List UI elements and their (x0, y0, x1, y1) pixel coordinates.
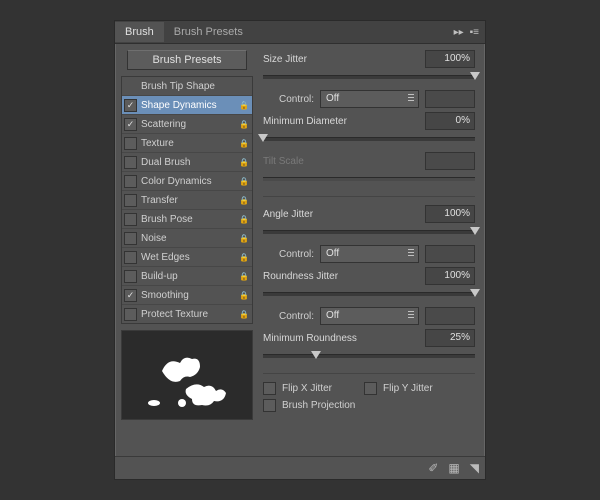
angle-jitter-label: Angle Jitter (263, 209, 419, 220)
flip-x-jitter-checkbox[interactable] (263, 382, 276, 395)
panel-footer: ✐ ▦ ◥ (115, 456, 485, 479)
option-label: Smoothing (141, 290, 234, 301)
brush-options-list: Brush Tip Shape ✓ Shape Dynamics 🔒 ✓ Scatteri… (121, 76, 253, 324)
tilt-scale-slider (263, 174, 475, 186)
angle-jitter-value[interactable]: 100% (425, 205, 475, 223)
brush-presets-button[interactable]: Brush Presets (127, 50, 247, 70)
brush-preview (121, 330, 253, 420)
option-label: Brush Tip Shape (141, 81, 234, 92)
brush-option-transfer[interactable]: Transfer 🔒 (122, 191, 252, 210)
lock-icon[interactable]: 🔒 (238, 253, 250, 262)
angle-jitter-slider[interactable] (263, 227, 475, 239)
option-label: Scattering (141, 119, 234, 130)
option-label: Color Dynamics (141, 176, 234, 187)
brush-projection-checkbox[interactable] (263, 399, 276, 412)
roundness-jitter-label: Roundness Jitter (263, 271, 419, 282)
brush-option-brush-pose[interactable]: Brush Pose 🔒 (122, 210, 252, 229)
toggle-preview-icon[interactable]: ✐ (428, 461, 438, 475)
lock-icon[interactable]: 🔒 (238, 139, 250, 148)
lock-icon[interactable]: 🔒 (238, 310, 250, 319)
trash-icon[interactable]: ◥ (470, 461, 479, 475)
size-jitter-slider[interactable] (263, 72, 475, 84)
checkbox-icon[interactable] (124, 213, 137, 226)
min-roundness-label: Minimum Roundness (263, 333, 419, 344)
angle-jitter-control-dropdown[interactable]: Off (320, 245, 419, 263)
checkbox-icon[interactable]: ✓ (124, 289, 137, 302)
collapse-icon[interactable]: ▸▸ (454, 27, 464, 38)
brush-option-wet-edges[interactable]: Wet Edges 🔒 (122, 248, 252, 267)
min-roundness-value[interactable]: 25% (425, 329, 475, 347)
tab-brush-presets[interactable]: Brush Presets (164, 22, 253, 42)
lock-icon[interactable]: 🔒 (238, 215, 250, 224)
brush-option-smoothing[interactable]: ✓ Smoothing 🔒 (122, 286, 252, 305)
lock-icon[interactable]: 🔒 (238, 272, 250, 281)
min-diameter-label: Minimum Diameter (263, 116, 419, 127)
brush-option-scattering[interactable]: ✓ Scattering 🔒 (122, 115, 252, 134)
checkbox-icon[interactable]: ✓ (124, 99, 137, 112)
checkbox-icon[interactable] (124, 137, 137, 150)
checkbox-icon[interactable] (124, 232, 137, 245)
brush-option-color-dynamics[interactable]: Color Dynamics 🔒 (122, 172, 252, 191)
lock-icon[interactable]: 🔒 (238, 291, 250, 300)
control-value-3 (425, 307, 475, 325)
brush-panel: Brush Brush Presets ▸▸ ▪≡ Brush Presets … (114, 20, 486, 480)
size-jitter-value[interactable]: 100% (425, 50, 475, 68)
brush-option-dual-brush[interactable]: Dual Brush 🔒 (122, 153, 252, 172)
control-label-1: Control: (279, 94, 314, 105)
brush-option-build-up[interactable]: Build-up 🔒 (122, 267, 252, 286)
option-label: Transfer (141, 195, 234, 206)
min-diameter-slider[interactable] (263, 134, 475, 146)
panel-menu-icon[interactable]: ▪≡ (470, 27, 479, 38)
lock-icon[interactable]: 🔒 (238, 158, 250, 167)
option-label: Shape Dynamics (141, 100, 234, 111)
roundness-jitter-slider[interactable] (263, 289, 475, 301)
flip-y-jitter-checkbox[interactable] (364, 382, 377, 395)
option-label: Brush Pose (141, 214, 234, 225)
size-jitter-control-dropdown[interactable]: Off (320, 90, 419, 108)
tilt-scale-label: Tilt Scale (263, 156, 419, 167)
checkbox-icon[interactable] (124, 270, 137, 283)
brush-option-brush-tip-shape[interactable]: Brush Tip Shape (122, 77, 252, 96)
control-label-2: Control: (279, 249, 314, 260)
option-label: Wet Edges (141, 252, 234, 263)
checkbox-icon[interactable] (124, 156, 137, 169)
option-label: Protect Texture (141, 309, 234, 320)
min-diameter-value[interactable]: 0% (425, 112, 475, 130)
brush-option-shape-dynamics[interactable]: ✓ Shape Dynamics 🔒 (122, 96, 252, 115)
tab-brush[interactable]: Brush (115, 22, 164, 42)
checkbox-icon[interactable] (124, 194, 137, 207)
brush-option-protect-texture[interactable]: Protect Texture 🔒 (122, 305, 252, 323)
brush-projection-label: Brush Projection (282, 400, 355, 411)
control-value-2 (425, 245, 475, 263)
lock-icon[interactable]: 🔒 (238, 177, 250, 186)
option-label: Dual Brush (141, 157, 234, 168)
roundness-jitter-control-dropdown[interactable]: Off (320, 307, 419, 325)
tab-bar: Brush Brush Presets ▸▸ ▪≡ (115, 21, 485, 44)
checkbox-icon[interactable] (124, 308, 137, 321)
checkbox-icon[interactable]: ✓ (124, 118, 137, 131)
lock-icon[interactable]: 🔒 (238, 120, 250, 129)
option-label: Noise (141, 233, 234, 244)
option-label: Texture (141, 138, 234, 149)
size-jitter-label: Size Jitter (263, 54, 419, 65)
lock-icon[interactable]: 🔒 (238, 101, 250, 110)
tilt-scale-value (425, 152, 475, 170)
new-preset-icon[interactable]: ▦ (448, 461, 459, 475)
lock-icon[interactable]: 🔒 (238, 234, 250, 243)
brush-option-noise[interactable]: Noise 🔒 (122, 229, 252, 248)
min-roundness-slider[interactable] (263, 351, 475, 363)
option-label: Build-up (141, 271, 234, 282)
control-label-3: Control: (279, 311, 314, 322)
flip-y-jitter-label: Flip Y Jitter (383, 383, 433, 394)
checkbox-icon[interactable] (124, 175, 137, 188)
roundness-jitter-value[interactable]: 100% (425, 267, 475, 285)
flip-x-jitter-label: Flip X Jitter (282, 383, 332, 394)
brush-option-texture[interactable]: Texture 🔒 (122, 134, 252, 153)
control-value-1 (425, 90, 475, 108)
lock-icon[interactable]: 🔒 (238, 196, 250, 205)
checkbox-icon[interactable] (124, 251, 137, 264)
